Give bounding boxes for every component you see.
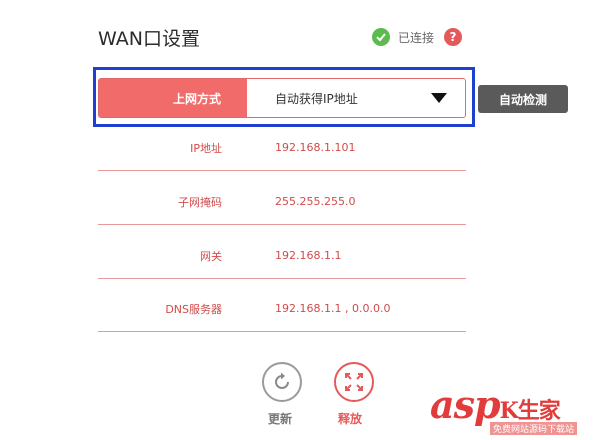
field-row-gateway: 网关 192.168.1.1 bbox=[98, 233, 466, 279]
field-label: DNS服务器 bbox=[165, 302, 222, 316]
field-value: 192.168.1.1 , 0.0.0.0 bbox=[275, 302, 391, 315]
auto-detect-button[interactable]: 自动检测 bbox=[478, 85, 568, 113]
field-value: 255.255.255.0 bbox=[275, 195, 356, 208]
field-label: IP地址 bbox=[190, 141, 222, 155]
help-icon[interactable]: ? bbox=[444, 28, 462, 46]
field-row-dns: DNS服务器 192.168.1.1 , 0.0.0.0 bbox=[98, 286, 466, 332]
wan-mode-label: 上网方式 bbox=[99, 79, 247, 117]
check-circle-icon bbox=[372, 28, 390, 46]
watermark-logo: aspK生家 bbox=[430, 382, 561, 427]
wan-mode-row: 上网方式 自动获得IP地址 bbox=[98, 78, 466, 118]
wan-mode-value: 自动获得IP地址 bbox=[275, 91, 358, 106]
field-value: 192.168.1.101 bbox=[275, 141, 356, 154]
release-label: 释放 bbox=[338, 412, 363, 426]
field-label: 子网掩码 bbox=[178, 195, 222, 209]
refresh-button[interactable] bbox=[262, 362, 302, 402]
field-row-subnet: 子网掩码 255.255.255.0 bbox=[98, 179, 466, 225]
refresh-label: 更新 bbox=[268, 412, 293, 426]
connection-status: 已连接 bbox=[372, 28, 434, 46]
field-label: 网关 bbox=[200, 249, 222, 263]
field-row-ip: IP地址 192.168.1.101 bbox=[98, 125, 466, 171]
refresh-icon bbox=[275, 372, 289, 389]
status-text: 已连接 bbox=[398, 30, 435, 45]
page-title: WAN口设置 bbox=[98, 28, 200, 50]
field-value: 192.168.1.1 bbox=[275, 249, 342, 262]
wan-mode-select[interactable]: 自动获得IP地址 bbox=[247, 79, 465, 117]
release-arrows-icon bbox=[345, 373, 363, 391]
dropdown-caret-icon[interactable] bbox=[431, 93, 447, 103]
watermark-subtitle: 免费网站源码下载站 bbox=[490, 422, 578, 435]
release-button[interactable] bbox=[334, 362, 374, 402]
